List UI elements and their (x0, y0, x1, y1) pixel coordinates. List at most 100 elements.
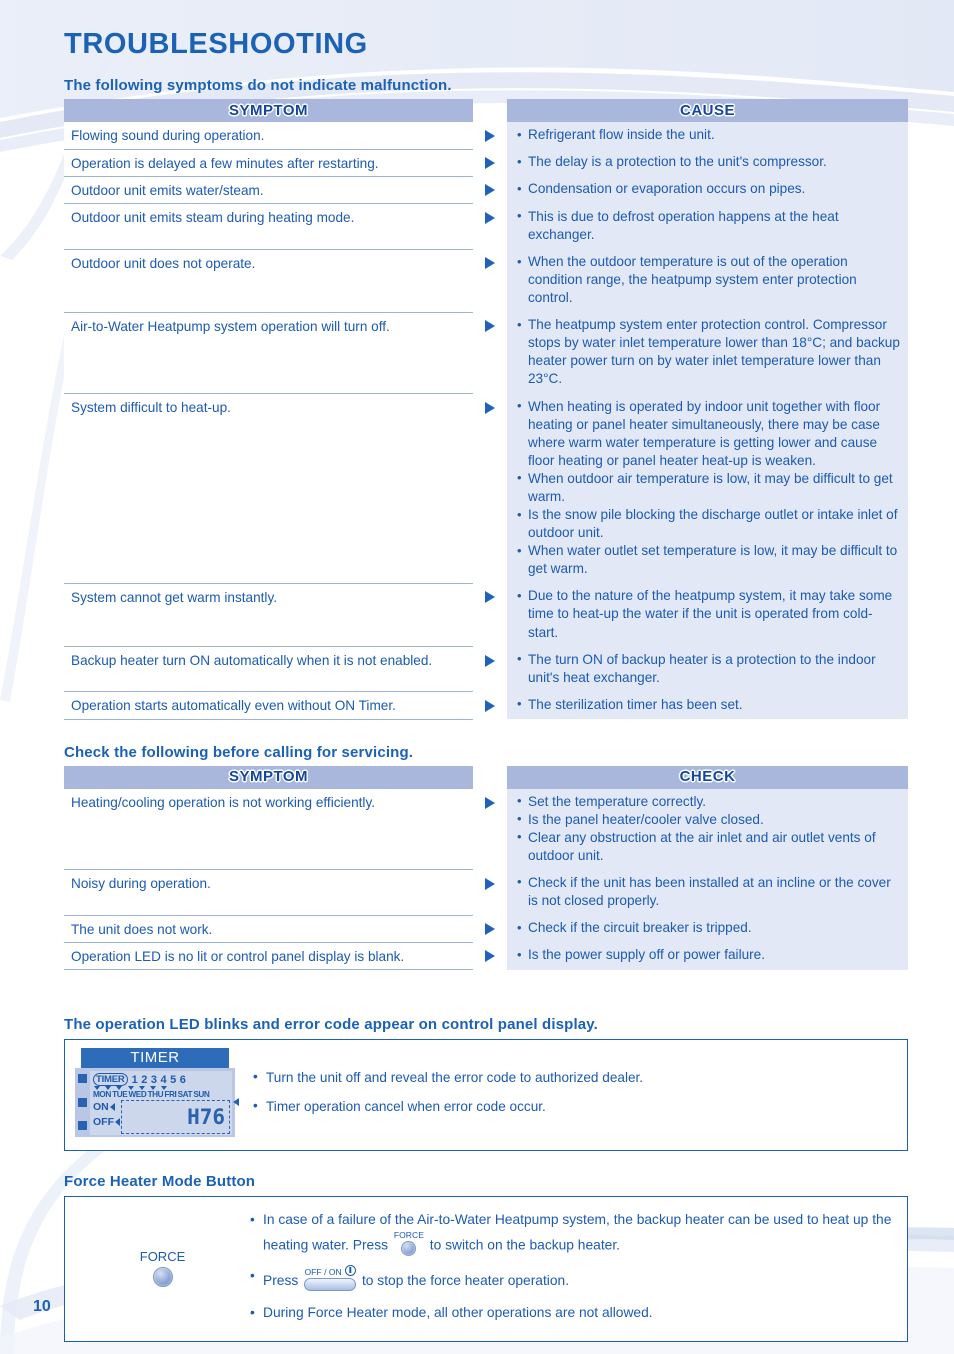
column-header-spacer-2 (473, 766, 507, 789)
symptom-cell: Outdoor unit emits water/steam. (64, 176, 473, 205)
lcd-display: TIMER TIMER 123456 MON TUE WED THU FRI SAT SUN (75, 1048, 239, 1138)
lcd-number: 3 (150, 1073, 157, 1086)
error-code-notes: Turn the unit off and reveal the error c… (235, 1048, 897, 1128)
lcd-number: 2 (141, 1073, 148, 1086)
cause-bullet: When heating is operated by indoor unit … (517, 397, 900, 470)
section-1-heading: The following symptoms do not indicate m… (64, 77, 452, 94)
triangle-right-icon (485, 184, 495, 197)
triangle-right-icon (485, 320, 495, 333)
lcd-on-label: ON (93, 1101, 109, 1114)
force-button-knob-icon[interactable] (152, 1267, 173, 1288)
page-number: 10 (33, 1298, 51, 1315)
cause-cell: The sterilization timer has been set. (507, 691, 908, 720)
symptom-cell: Outdoor unit does not operate. (64, 249, 473, 313)
inline-force-button[interactable]: FORCE (394, 1231, 424, 1261)
cause-cell: Refrigerant flow inside the unit. (507, 122, 908, 150)
inline-offon-button[interactable]: OFF / ON (304, 1264, 357, 1298)
cause-bullet: Clear any obstruction at the air inlet a… (517, 828, 900, 865)
cause-bullet: The turn ON of backup heater is a protec… (517, 650, 900, 687)
cause-bullet: Condensation or evaporation occurs on pi… (517, 180, 900, 198)
cause-bullet-list: Due to the nature of the heatpump system… (517, 587, 900, 641)
triangle-right-icon (485, 591, 495, 604)
lcd-right-marker-icon (233, 1098, 239, 1107)
lcd-number: 4 (160, 1073, 167, 1086)
error-code-note: Timer operation cancel when error code o… (253, 1098, 897, 1114)
symptom-check-table: SYMPTOM CHECK Heating/cooling operation … (64, 765, 908, 971)
lcd-day-label: THU (147, 1090, 164, 1100)
arrow-cell (473, 869, 507, 916)
force-note-1: In case of a failure of the Air-to-Water… (250, 1209, 895, 1260)
column-header-check: CHECK (507, 765, 908, 789)
left-triangle-icon (115, 1117, 120, 1126)
page-content: TROUBLESHOOTING The following symptoms d… (0, 0, 954, 1354)
column-header-symptom: SYMPTOM (64, 99, 473, 122)
force-heater-notes: In case of a failure of the Air-to-Water… (242, 1209, 895, 1327)
force-button-illustration: FORCE (77, 1249, 242, 1288)
lcd-title: TIMER (81, 1048, 229, 1069)
lcd-on-row: ON (93, 1100, 120, 1114)
force-note-2-text-a: Press (263, 1272, 299, 1288)
cause-cell: The turn ON of backup heater is a protec… (507, 646, 908, 692)
symptom-cell: Operation starts automatically even with… (64, 691, 473, 720)
cause-bullet-list: The turn ON of backup heater is a protec… (517, 650, 900, 687)
inline-offon-caption-wrap: OFF / ON (304, 1264, 356, 1277)
table-row: Outdoor unit does not operate. When the o… (64, 249, 908, 313)
arrow-cell (473, 915, 507, 943)
column-header-cause: CAUSE (507, 99, 908, 122)
cause-bullet: Refrigerant flow inside the unit. (517, 125, 900, 144)
column-header-symptom-2: SYMPTOM (64, 765, 473, 789)
cause-bullet-list: When the outdoor temperature is out of t… (517, 253, 900, 307)
cause-bullet: The delay is a protection to the unit's … (517, 153, 900, 171)
cause-bullet-list: Check if the unit has been installed at … (517, 873, 900, 910)
cause-bullet: When the outdoor temperature is out of t… (517, 253, 900, 307)
lcd-day-label: SUN (193, 1090, 210, 1100)
lcd-day-label: FRI (164, 1090, 177, 1100)
lcd-day-label: TUE (112, 1090, 128, 1100)
cause-bullet: When outdoor air temperature is low, it … (517, 469, 900, 506)
lcd-number: 5 (170, 1073, 177, 1086)
symptom-cell: Outdoor unit emits steam during heating … (64, 203, 473, 250)
cause-bullet: This is due to defrost operation happens… (517, 207, 900, 244)
indicator-square-1 (78, 1074, 87, 1084)
triangle-right-icon (485, 401, 495, 414)
triangle-right-icon (485, 654, 495, 667)
arrow-cell (473, 249, 507, 313)
cause-cell: The delay is a protection to the unit's … (507, 149, 908, 177)
inline-force-knob-icon (401, 1241, 417, 1257)
force-note-3: During Force Heater mode, all other oper… (250, 1302, 895, 1324)
lcd-timer-badge: TIMER (93, 1073, 128, 1087)
force-note-1-text-b: to switch on the backup heater. (429, 1237, 620, 1253)
lcd-day-labels: MON TUE WED THU FRI SAT SUN (93, 1090, 230, 1099)
lcd-number: 1 (131, 1073, 138, 1086)
arrow-cell (473, 393, 507, 584)
arrow-cell (473, 176, 507, 204)
triangle-right-icon (485, 130, 495, 142)
table-header-row: SYMPTOM CAUSE (64, 99, 908, 122)
cause-bullet-list: Is the power supply off or power failure… (517, 946, 900, 964)
cause-bullet-list: Condensation or evaporation occurs on pi… (517, 180, 900, 198)
symptom-cause-table-body: Flowing sound during operation. Refrigera… (64, 122, 908, 720)
arrow-cell (473, 691, 507, 720)
cause-cell: When the outdoor temperature is out of t… (507, 249, 908, 313)
section-4-heading: Force Heater Mode Button (64, 1173, 256, 1191)
lcd-onoff-labels: ON OFF (93, 1100, 120, 1134)
table-row: Flowing sound during operation. Refrigera… (64, 122, 908, 150)
column-header-symptom-label: SYMPTOM (228, 101, 309, 119)
cause-cell: Condensation or evaporation occurs on pi… (507, 176, 908, 204)
triangle-right-icon (485, 257, 495, 270)
table-row: System cannot get warm instantly. Due to … (64, 583, 908, 648)
triangle-right-icon (485, 950, 495, 963)
arrow-cell (473, 203, 507, 250)
symptom-cell: Heating/cooling operation is not working… (64, 788, 473, 871)
error-code-panel: TIMER TIMER 123456 MON TUE WED THU FRI SAT SUN (64, 1039, 908, 1152)
arrow-cell (473, 122, 507, 150)
lcd-body: TIMER 123456 MON TUE WED THU FRI SAT SUN ON (75, 1068, 239, 1138)
offon-pill-icon (304, 1278, 357, 1292)
symptom-cell: Backup heater turn ON automatically when… (64, 646, 473, 693)
cause-cell: When heating is operated by indoor unit … (507, 393, 908, 584)
cause-cell: Check if the circuit breaker is tripped. (507, 915, 908, 943)
lcd-day-label: SAT (177, 1090, 193, 1100)
cause-cell: Set the temperature correctly.Is the pan… (507, 788, 908, 870)
symptom-check-table-body: Heating/cooling operation is not working… (64, 788, 908, 971)
cause-bullet: The heatpump system enter protection con… (517, 316, 900, 388)
